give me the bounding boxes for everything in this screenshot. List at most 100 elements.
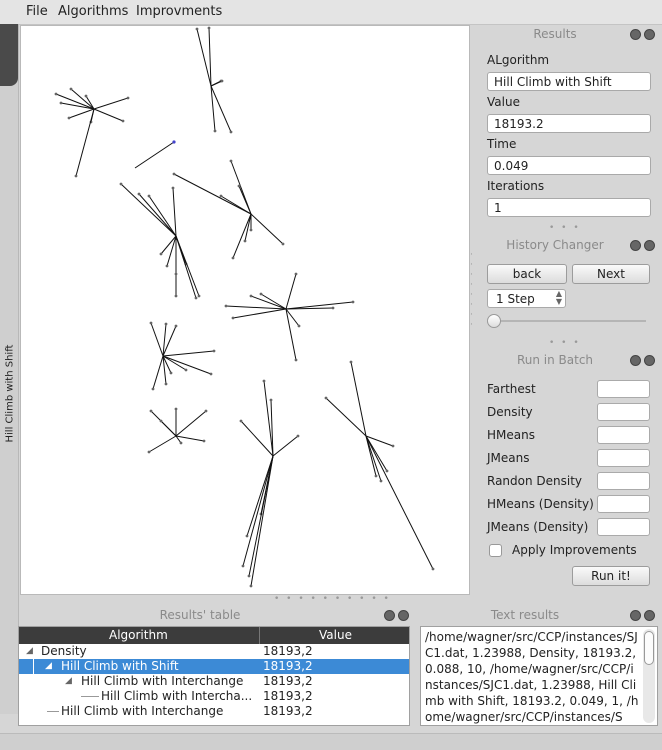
graph-node: [231, 256, 235, 260]
step-spinbox[interactable]: 1 Step ▲ ▼: [487, 289, 566, 308]
menu-bar: File Algorithms Improvments: [0, 0, 662, 25]
graph-node: [179, 441, 183, 445]
row-value: 18193,2: [263, 689, 313, 703]
graph-node: [195, 27, 199, 31]
status-bar: [0, 733, 662, 750]
time-field[interactable]: 0.049: [487, 156, 651, 175]
history-slider-thumb[interactable]: [487, 314, 501, 328]
history-slider-track[interactable]: [490, 320, 646, 322]
panel-close-icon[interactable]: [644, 610, 655, 621]
row-name: Hill Climb with Shift: [61, 659, 179, 673]
expand-arrow-icon[interactable]: ◢: [65, 676, 72, 686]
graph-node: [294, 272, 298, 276]
panel-close-icon[interactable]: [644, 29, 655, 40]
splitter-handle[interactable]: • • •: [549, 338, 581, 348]
graph-node: [247, 574, 251, 578]
graph-node: [84, 94, 88, 98]
graph-node: [219, 194, 223, 198]
graph-node: [119, 182, 123, 186]
graph-edge: [152, 355, 164, 390]
graph-node: [379, 479, 383, 483]
panel-float-icon[interactable]: [630, 240, 641, 251]
graph-node: [351, 300, 355, 304]
col-value-header[interactable]: Value: [319, 628, 352, 642]
algorithm-field[interactable]: Hill Climb with Shift: [487, 72, 651, 91]
graph-node: [324, 396, 328, 400]
back-button[interactable]: back: [487, 264, 567, 284]
graph-node: [249, 294, 253, 298]
graph-edge: [225, 305, 287, 310]
graph-edge: [365, 435, 388, 472]
panel-float-icon[interactable]: [630, 610, 641, 621]
horizontal-splitter-handle[interactable]: • • • • • • • • • •: [274, 594, 391, 604]
graph-canvas[interactable]: [20, 25, 470, 595]
graph-node: [229, 159, 233, 163]
text-results-title: Text results: [490, 608, 560, 622]
graph-edge: [272, 435, 299, 457]
graph-node: [147, 450, 151, 454]
menu-algorithms[interactable]: Algorithms: [58, 4, 128, 19]
spin-arrows-icon[interactable]: ▲ ▼: [556, 290, 562, 306]
batch-input-hmeans-density[interactable]: [597, 495, 650, 513]
iterations-field[interactable]: 1: [487, 198, 651, 217]
batch-input-farthest[interactable]: [597, 380, 650, 398]
panel-close-icon[interactable]: [398, 610, 409, 621]
scrollbar-thumb[interactable]: [644, 631, 654, 665]
apply-improvements-checkbox[interactable]: [489, 544, 502, 557]
graph-node: [137, 192, 141, 196]
table-row[interactable]: ◢ Hill Climb with Shift 18193,2: [19, 659, 409, 674]
time-label: Time: [487, 137, 517, 151]
value-field[interactable]: 18193.2: [487, 114, 651, 133]
menu-improvments[interactable]: Improvments: [136, 4, 222, 19]
side-grip-handle[interactable]: · · · · · · · ·: [470, 250, 476, 330]
graph-node: [294, 358, 298, 362]
tree-line: [47, 711, 59, 712]
graph-edge: [246, 455, 274, 537]
graph-node: [385, 469, 389, 473]
col-algorithm-header[interactable]: Algorithm: [109, 628, 168, 642]
graph-edge: [285, 308, 297, 361]
table-row[interactable]: ◢ Hill Climb with Interchange 18193,2: [19, 674, 409, 689]
graph-edge: [365, 435, 434, 570]
table-row[interactable]: ◢ Density 18193,2: [19, 644, 409, 659]
text-results-area[interactable]: /home/wagner/src/CCP/instances/SJC1.dat,…: [420, 626, 658, 726]
graph-edge: [93, 108, 124, 122]
batch-input-randon-density[interactable]: [597, 472, 650, 490]
graph-node: [259, 292, 263, 296]
graph-edge: [220, 195, 252, 215]
graph-node: [194, 296, 198, 300]
batch-input-hmeans[interactable]: [597, 426, 650, 444]
graph-edge: [175, 235, 197, 299]
graph-node: [374, 474, 378, 478]
panel-float-icon[interactable]: [630, 355, 641, 366]
menu-file[interactable]: File: [26, 4, 48, 19]
splitter-handle[interactable]: • • •: [549, 223, 581, 233]
next-button[interactable]: Next: [572, 264, 650, 284]
results-table[interactable]: Algorithm Value ◢ Density 18193,2 ◢ Hill…: [18, 626, 410, 726]
side-dock-tab[interactable]: Hill Climb with Shift: [0, 24, 19, 714]
batch-input-density[interactable]: [597, 403, 650, 421]
run-it-button[interactable]: Run it!: [572, 566, 650, 586]
expand-arrow-icon[interactable]: ◢: [26, 646, 33, 656]
graph-node: [54, 92, 58, 96]
graph-edge: [175, 235, 200, 297]
table-row[interactable]: Hill Climb with Intercha... 18193,2: [19, 689, 409, 704]
graph-edge: [93, 97, 129, 110]
table-row[interactable]: Hill Climb with Interchange 18193,2: [19, 704, 409, 719]
graph-edge: [173, 173, 252, 215]
batch-input-jmeans[interactable]: [597, 449, 650, 467]
graph-edge: [365, 435, 377, 477]
graph-edge: [166, 235, 177, 267]
panel-close-icon[interactable]: [644, 240, 655, 251]
panel-float-icon[interactable]: [384, 610, 395, 621]
graph-node: [224, 304, 228, 308]
batch-input-jmeans-density[interactable]: [597, 518, 650, 536]
panel-float-icon[interactable]: [630, 29, 641, 40]
graph-node: [239, 419, 243, 423]
panel-close-icon[interactable]: [644, 355, 655, 366]
expand-arrow-icon[interactable]: ◢: [45, 661, 52, 671]
cluster-graph: [54, 26, 435, 588]
row-name: Density: [41, 644, 87, 658]
dock-grip-handle[interactable]: [0, 24, 18, 86]
text-results-scrollbar[interactable]: [643, 629, 655, 723]
